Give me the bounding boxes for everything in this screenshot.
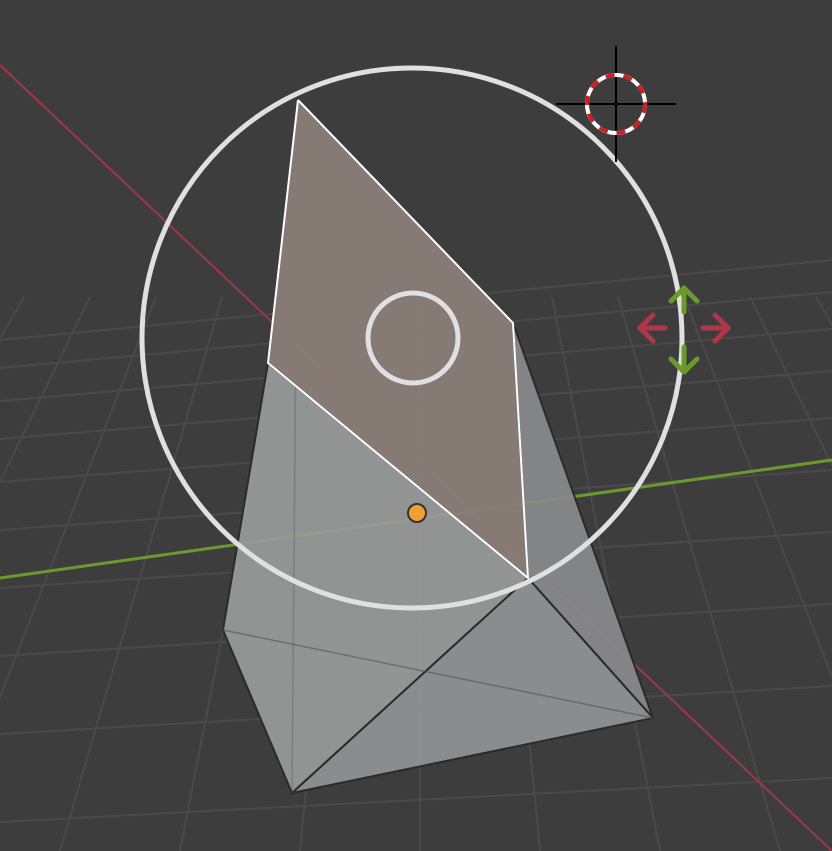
object-origin[interactable] [407, 503, 427, 523]
3d-viewport[interactable] [0, 0, 832, 851]
